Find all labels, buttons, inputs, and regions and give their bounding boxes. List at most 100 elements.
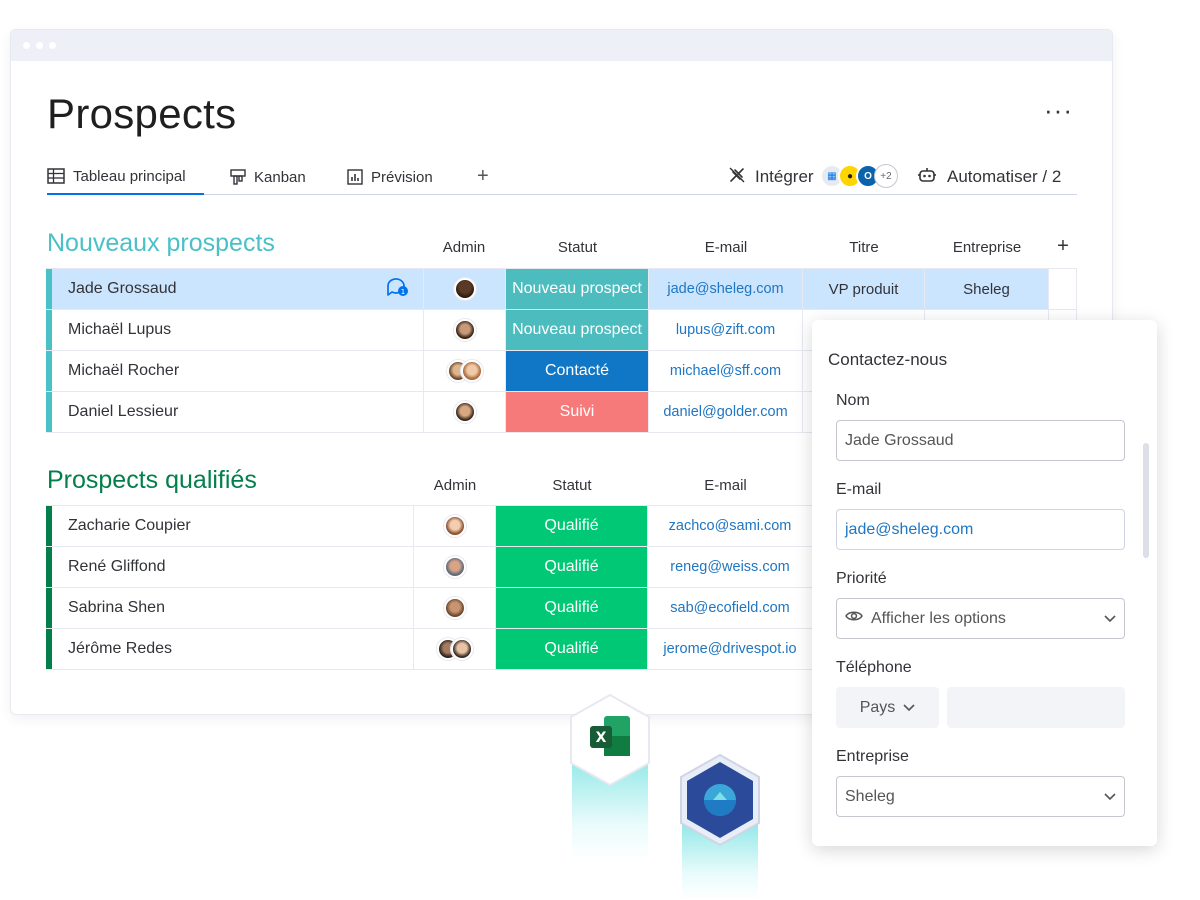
admin-cell[interactable] [414,588,496,628]
status-cell[interactable]: Nouveau prospect [506,310,649,350]
table-row[interactable]: Sabrina Shen Qualifié sab@ecofield.com [46,588,813,629]
email-cell[interactable]: sab@ecofield.com [648,588,813,628]
group-title-qualified[interactable]: Prospects qualifiés [47,466,257,495]
more-apps-count: +2 [874,164,898,188]
automate-button[interactable]: Automatiser / 2 [917,159,1061,195]
chevron-down-icon [1104,788,1116,806]
status-cell[interactable]: Qualifié [496,506,648,546]
table-row[interactable]: Jérôme Redes Qualifié jerome@drivespot.i… [46,629,813,670]
company-value: Sheleg [845,787,895,805]
item-name-cell[interactable]: Michaël Lupus [52,310,424,350]
email-cell[interactable]: jerome@drivespot.io [648,629,813,669]
column-header-status[interactable]: Statut [496,477,648,494]
item-name-cell[interactable]: René Gliffond [52,547,414,587]
email-cell[interactable]: daniel@golder.com [649,392,803,432]
admin-cell[interactable] [424,310,506,350]
form-scrollbar[interactable] [1143,443,1149,558]
title-cell[interactable]: VP produit [803,269,925,309]
email-link[interactable]: lupus@zift.com [676,322,775,338]
status-cell[interactable]: Suivi [506,392,649,432]
email-cell[interactable]: jade@sheleg.com [649,269,803,309]
eye-icon [845,609,863,628]
email-link[interactable]: jerome@drivespot.io [663,641,796,657]
company-cell[interactable]: Sheleg [925,269,1049,309]
admin-cell[interactable] [424,351,506,391]
item-name-cell[interactable]: Sabrina Shen [52,588,414,628]
email-link[interactable]: zachco@sami.com [669,518,792,534]
name-field[interactable]: Jade Grossaud [836,420,1125,461]
admin-cell[interactable] [424,269,506,309]
table-row[interactable]: René Gliffond Qualifié reneg@weiss.com [46,547,813,588]
status-cell[interactable]: Qualifié [496,588,648,628]
item-name-cell[interactable]: Zacharie Coupier [52,506,414,546]
item-name-cell[interactable]: Daniel Lessieur [52,392,424,432]
integrate-button[interactable]: Intégrer [727,159,814,195]
priority-placeholder-wrap: Afficher les options [845,609,1006,628]
field-label-priority: Priorité [836,570,887,587]
column-header-admin[interactable]: Admin [424,239,504,256]
table-row[interactable]: Jade Grossaud 1 Nouveau prospect jade@sh… [46,269,1077,310]
admin-cell[interactable] [414,547,496,587]
window-dot [36,42,43,49]
avatar [453,319,476,341]
email-link[interactable]: reneg@weiss.com [670,559,789,575]
hubspot-app-icon [678,752,762,853]
item-name: Jade Grossaud [68,280,177,297]
column-header-admin[interactable]: Admin [414,477,496,494]
email-value: jade@sheleg.com [845,520,974,538]
admin-cell[interactable] [414,506,496,546]
column-header-email[interactable]: E-mail [648,477,803,494]
email-cell[interactable]: michael@sff.com [649,351,803,391]
name-value: Jade Grossaud [845,431,954,449]
avatar [450,638,473,660]
status-cell[interactable]: Contacté [506,351,649,391]
company-select[interactable]: Sheleg [836,776,1125,817]
status-label: Qualifié [544,599,599,616]
board-tabs: Tableau principal Kanban Prévision + Int… [47,159,1077,195]
status-cell[interactable]: Qualifié [496,547,648,587]
table-row[interactable]: Zacharie Coupier Qualifié zachco@sami.co… [46,506,813,547]
admin-cell[interactable] [424,392,506,432]
country-select[interactable]: Pays [836,687,939,728]
column-header-status[interactable]: Statut [506,239,649,256]
item-name: Zacharie Coupier [68,517,191,534]
status-cell[interactable]: Qualifié [496,629,648,669]
chevron-down-icon [1104,610,1116,628]
column-header-company[interactable]: Entreprise [925,239,1049,256]
item-name-cell[interactable]: Michaël Rocher [52,351,424,391]
field-label-phone: Téléphone [836,659,912,676]
column-header-title[interactable]: Titre [803,239,925,256]
priority-select[interactable]: Afficher les options [836,598,1125,639]
item-name: Jérôme Redes [68,640,173,657]
email-cell[interactable]: zachco@sami.com [648,506,813,546]
email-link[interactable]: daniel@golder.com [663,404,787,420]
table-icon [47,168,65,184]
tab-main-table[interactable]: Tableau principal [47,159,204,195]
add-column-button[interactable]: + [1049,235,1077,258]
email-link[interactable]: michael@sff.com [670,363,781,379]
email-cell[interactable]: reneg@weiss.com [648,547,813,587]
comment-icon[interactable]: 1 [385,276,409,303]
tab-kanban[interactable]: Kanban [230,159,306,195]
more-horizontal-icon[interactable]: ··· [1044,97,1073,123]
integration-apps[interactable]: ▦ ● O +2 [820,164,898,188]
svg-text:1: 1 [401,288,405,296]
email-cell[interactable]: lupus@zift.com [649,310,803,350]
email-link[interactable]: jade@sheleg.com [667,281,783,297]
tab-label: Prévision [371,168,433,186]
phone-input[interactable] [947,687,1125,728]
item-name-cell[interactable]: Jade Grossaud 1 [52,269,424,309]
avatar [460,360,483,382]
email-field[interactable]: jade@sheleg.com [836,509,1125,550]
item-name-cell[interactable]: Jérôme Redes [52,629,414,669]
svg-text:X: X [596,730,607,746]
admin-cell[interactable] [414,629,496,669]
email-link[interactable]: sab@ecofield.com [670,600,790,616]
status-cell[interactable]: Nouveau prospect [506,269,649,309]
window-titlebar [11,30,1112,61]
group-title-new[interactable]: Nouveaux prospects [47,229,275,258]
add-view-button[interactable]: + [477,165,489,188]
tab-forecast[interactable]: Prévision [347,159,433,195]
chart-icon [347,169,363,185]
column-header-email[interactable]: E-mail [649,239,803,256]
